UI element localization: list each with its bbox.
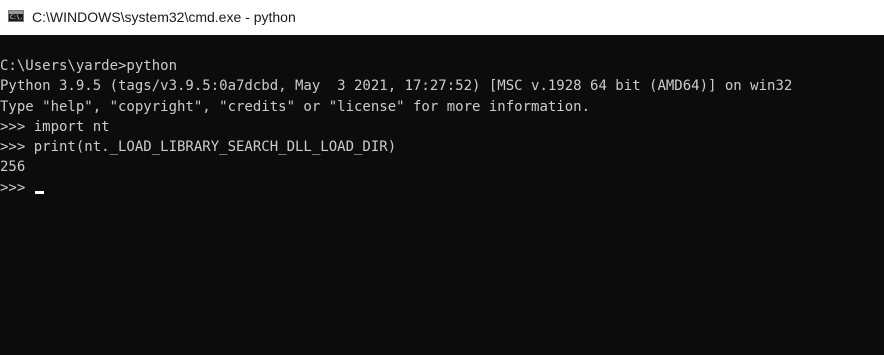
console-output[interactable]: C:\Users\yarde>python Python 3.9.5 (tags…: [0, 35, 884, 355]
cmd-icon-text: C:\.: [10, 14, 23, 21]
console-line-print: >>> print(nt._LOAD_LIBRARY_SEARCH_DLL_LO…: [0, 139, 397, 156]
console-line-python-version: Python 3.9.5 (tags/v3.9.5:0a7dcbd, May 3…: [0, 78, 793, 95]
cmd-window: C:\. C:\WINDOWS\system32\cmd.exe - pytho…: [0, 0, 884, 355]
console-line-prompt[interactable]: >>>: [0, 178, 792, 198]
window-title: C:\WINDOWS\system32\cmd.exe - python: [32, 9, 296, 25]
console-line-import: >>> import nt: [0, 118, 110, 135]
console-line-command: C:\Users\yarde>python: [0, 58, 178, 74]
text-cursor: [34, 190, 44, 194]
prompt-text: >>>: [0, 179, 34, 196]
title-bar[interactable]: C:\. C:\WINDOWS\system32\cmd.exe - pytho…: [0, 0, 884, 35]
cmd-icon[interactable]: C:\.: [8, 10, 24, 22]
console-lines: C:\Users\yarde>python Python 3.9.5 (tags…: [0, 56, 792, 198]
console-line-result: 256: [0, 159, 26, 176]
console-line-help-hint: Type "help", "copyright", "credits" or "…: [0, 98, 591, 115]
